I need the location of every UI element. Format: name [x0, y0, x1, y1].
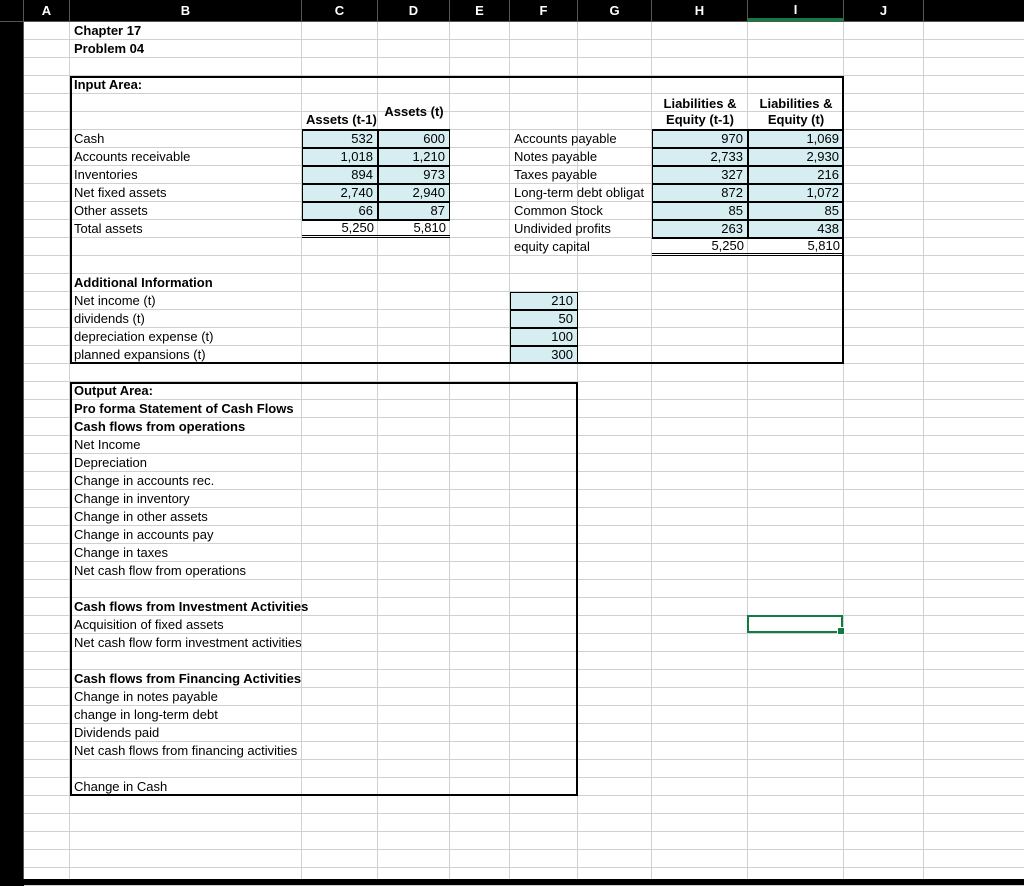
- spreadsheet: ABCDEFGHIJ Chapter 17Problem 04 Input Are…: [0, 0, 1024, 879]
- liab-t[interactable]: 216: [748, 166, 844, 184]
- asset-label[interactable]: Net fixed assets: [70, 184, 302, 202]
- liab-label[interactable]: Long-term debt obligat: [510, 184, 652, 202]
- select-all-corner[interactable]: [0, 0, 24, 21]
- fin-row[interactable]: Net cash flows from financing activities: [70, 742, 578, 760]
- fin-row[interactable]: Dividends paid: [70, 724, 578, 742]
- inv-row[interactable]: Net cash flow form investment activities: [70, 634, 578, 652]
- ops-row[interactable]: Change in accounts pay: [70, 526, 510, 544]
- assets-t1-header[interactable]: Assets (t-1): [302, 94, 378, 130]
- output-area-label[interactable]: Output Area:: [70, 382, 302, 400]
- liab-t1[interactable]: 2,733: [652, 148, 748, 166]
- addl-val[interactable]: 100: [510, 328, 578, 346]
- liab-label[interactable]: Notes payable: [510, 148, 652, 166]
- ops-header[interactable]: Cash flows from operations: [70, 418, 510, 436]
- addl-label[interactable]: depreciation expense (t): [70, 328, 302, 346]
- inv-header[interactable]: Cash flows from Investment Activities: [70, 598, 578, 616]
- col-header-F[interactable]: F: [510, 0, 578, 21]
- liab-t-header[interactable]: Liabilities & Equity (t): [748, 94, 844, 130]
- active-cell-indicator: [747, 615, 843, 633]
- ops-row[interactable]: Depreciation: [70, 454, 510, 472]
- liab-label[interactable]: Accounts payable: [510, 130, 652, 148]
- cells-grid[interactable]: Chapter 17Problem 04Input Area:Assets (t…: [24, 22, 1024, 879]
- asset-t1[interactable]: 66: [302, 202, 378, 220]
- liab-label[interactable]: Common Stock: [510, 202, 652, 220]
- row-gutter: [0, 22, 24, 879]
- liab-t[interactable]: 85: [748, 202, 844, 220]
- liab-total-t1[interactable]: 5,250: [652, 238, 748, 256]
- asset-t[interactable]: 973: [378, 166, 450, 184]
- assets-t-header[interactable]: Assets (t): [378, 94, 450, 130]
- ops-row[interactable]: Change in accounts rec.: [70, 472, 510, 490]
- column-headers: ABCDEFGHIJ: [0, 0, 1024, 22]
- title-chapter[interactable]: Chapter 17: [70, 22, 302, 40]
- col-header-C[interactable]: C: [302, 0, 378, 21]
- addl-val[interactable]: 210: [510, 292, 578, 310]
- liab-t1[interactable]: 970: [652, 130, 748, 148]
- liab-t[interactable]: 1,072: [748, 184, 844, 202]
- liab-t[interactable]: 438: [748, 220, 844, 238]
- asset-t1[interactable]: 532: [302, 130, 378, 148]
- addl-val[interactable]: 50: [510, 310, 578, 328]
- asset-t[interactable]: 87: [378, 202, 450, 220]
- fin-header[interactable]: Cash flows from Financing Activities: [70, 670, 578, 688]
- fin-row[interactable]: change in long-term debt: [70, 706, 578, 724]
- fin-row[interactable]: Change in notes payable: [70, 688, 578, 706]
- ops-row[interactable]: Net Income: [70, 436, 510, 454]
- liab-label[interactable]: Taxes payable: [510, 166, 652, 184]
- cf-title[interactable]: Pro forma Statement of Cash Flows: [70, 400, 510, 418]
- liab-t[interactable]: 1,069: [748, 130, 844, 148]
- ops-row[interactable]: Change in taxes: [70, 544, 510, 562]
- asset-label[interactable]: Other assets: [70, 202, 302, 220]
- col-header-G[interactable]: G: [578, 0, 652, 21]
- liab-t[interactable]: 2,930: [748, 148, 844, 166]
- input-area-label[interactable]: Input Area:: [70, 76, 302, 94]
- asset-t1[interactable]: 2,740: [302, 184, 378, 202]
- ops-row[interactable]: Net cash flow from operations: [70, 562, 510, 580]
- asset-label[interactable]: Inventories: [70, 166, 302, 184]
- asset-label[interactable]: Cash: [70, 130, 302, 148]
- assets-total-t[interactable]: 5,810: [378, 220, 450, 238]
- liab-t1[interactable]: 327: [652, 166, 748, 184]
- col-header-A[interactable]: A: [24, 0, 70, 21]
- asset-t1[interactable]: 894: [302, 166, 378, 184]
- col-header-J[interactable]: J: [844, 0, 924, 21]
- inv-row[interactable]: Acquisition of fixed assets: [70, 616, 578, 634]
- liab-t1[interactable]: 263: [652, 220, 748, 238]
- liab-t1[interactable]: 872: [652, 184, 748, 202]
- asset-t[interactable]: 2,940: [378, 184, 450, 202]
- addl-info-label[interactable]: Additional Information: [70, 274, 302, 292]
- assets-total-label[interactable]: Total assets: [70, 220, 302, 238]
- title-problem[interactable]: Problem 04: [70, 40, 302, 58]
- col-header-H[interactable]: H: [652, 0, 748, 21]
- asset-t1[interactable]: 1,018: [302, 148, 378, 166]
- liab-total-t[interactable]: 5,810: [748, 238, 844, 256]
- col-header-I[interactable]: I: [748, 0, 844, 21]
- liab-label[interactable]: Undivided profits: [510, 220, 652, 238]
- col-header-E[interactable]: E: [450, 0, 510, 21]
- col-header-D[interactable]: D: [378, 0, 450, 21]
- addl-label[interactable]: dividends (t): [70, 310, 302, 328]
- ops-row[interactable]: Change in inventory: [70, 490, 510, 508]
- assets-total-t1[interactable]: 5,250: [302, 220, 378, 238]
- asset-label[interactable]: Accounts receivable: [70, 148, 302, 166]
- asset-t[interactable]: 1,210: [378, 148, 450, 166]
- asset-t[interactable]: 600: [378, 130, 450, 148]
- liab-total-label[interactable]: equity capital: [510, 238, 652, 256]
- liab-t1-header[interactable]: Liabilities & Equity (t-1): [652, 94, 748, 130]
- ops-row[interactable]: Change in other assets: [70, 508, 510, 526]
- liab-t1[interactable]: 85: [652, 202, 748, 220]
- addl-label[interactable]: Net income (t): [70, 292, 302, 310]
- col-header-B[interactable]: B: [70, 0, 302, 21]
